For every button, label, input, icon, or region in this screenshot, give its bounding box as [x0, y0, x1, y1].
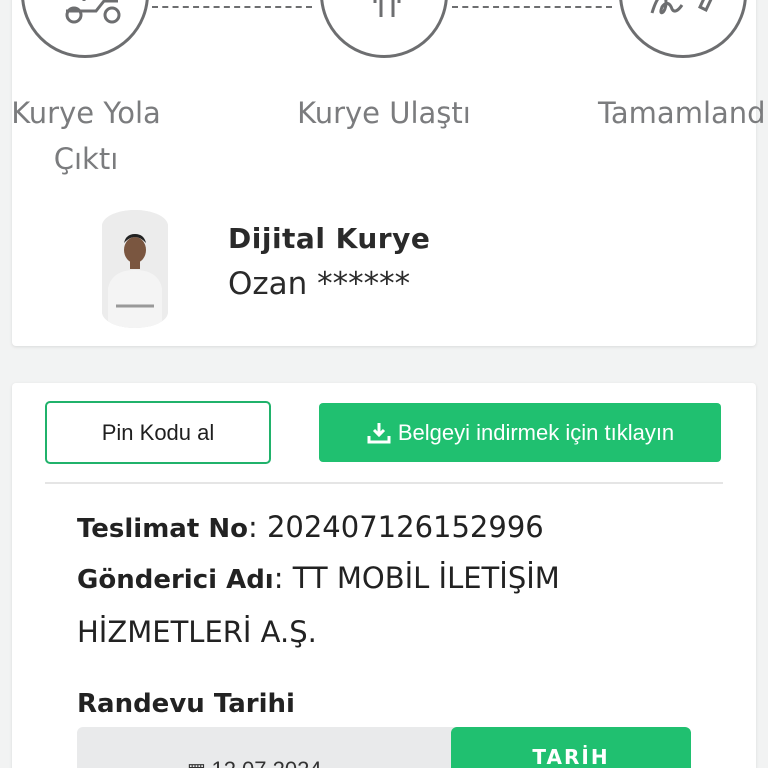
- appointment-date-input[interactable]: ▦ 12.07.2024: [77, 727, 457, 768]
- courier-name: Ozan ******: [228, 266, 411, 302]
- download-document-label: Belgeyi indirmek için tıklayın: [397, 419, 675, 445]
- field-key: Gönderici Adı: [77, 565, 274, 595]
- person-icon: [373, 0, 401, 17]
- step-label-line: Kurye Ulaştı: [297, 96, 471, 130]
- step-label-arrived: Kurye Ulaştı: [294, 90, 474, 136]
- appointment-date-value: 12.07.2024: [211, 757, 321, 768]
- signature-icon: [650, 0, 713, 15]
- courier-avatar: [102, 210, 168, 328]
- step-connector: [452, 6, 612, 8]
- tracking-card: Kurye Yola Çıktı Kurye Ulaştı Tamamlandı…: [11, 0, 768, 346]
- delivery-card: Pin Kodu al Belgeyi indirmek için tıklay…: [12, 383, 756, 768]
- step-circle-on-the-way: [21, 0, 149, 58]
- download-icon: [366, 420, 392, 446]
- calendar-icon: ▦: [187, 760, 211, 768]
- field-value: : 202407126152996: [247, 510, 544, 544]
- sender-name-row: Gönderici Adı: TT MOBİL İLETİŞİM HİZMETL…: [77, 552, 697, 658]
- step-circle-completed: [619, 0, 747, 58]
- avatar: [102, 210, 168, 328]
- divider: [45, 482, 723, 484]
- step-connector: [152, 6, 312, 8]
- step-label-on-the-way: Kurye Yola Çıktı: [6, 90, 166, 182]
- delivery-number-row: Teslimat No: 202407126152996: [77, 500, 697, 556]
- download-document-button[interactable]: Belgeyi indirmek için tıklayın: [319, 403, 721, 462]
- step-label-line: Kurye Yola: [11, 96, 161, 130]
- step-label-line: Çıktı: [53, 142, 119, 176]
- step-label-completed: Tamamlandı: [598, 90, 768, 136]
- courier-type: Dijital Kurye: [228, 222, 431, 255]
- select-date-button[interactable]: TARİH: [451, 727, 691, 768]
- step-circle-arrived: [320, 0, 448, 58]
- get-pin-code-button[interactable]: Pin Kodu al: [45, 401, 271, 464]
- step-label-line: Tamamlandı: [598, 96, 768, 130]
- appointment-label: Randevu Tarihi: [77, 689, 295, 719]
- scooter-icon: [65, 0, 121, 24]
- field-key: Teslimat No: [77, 514, 248, 544]
